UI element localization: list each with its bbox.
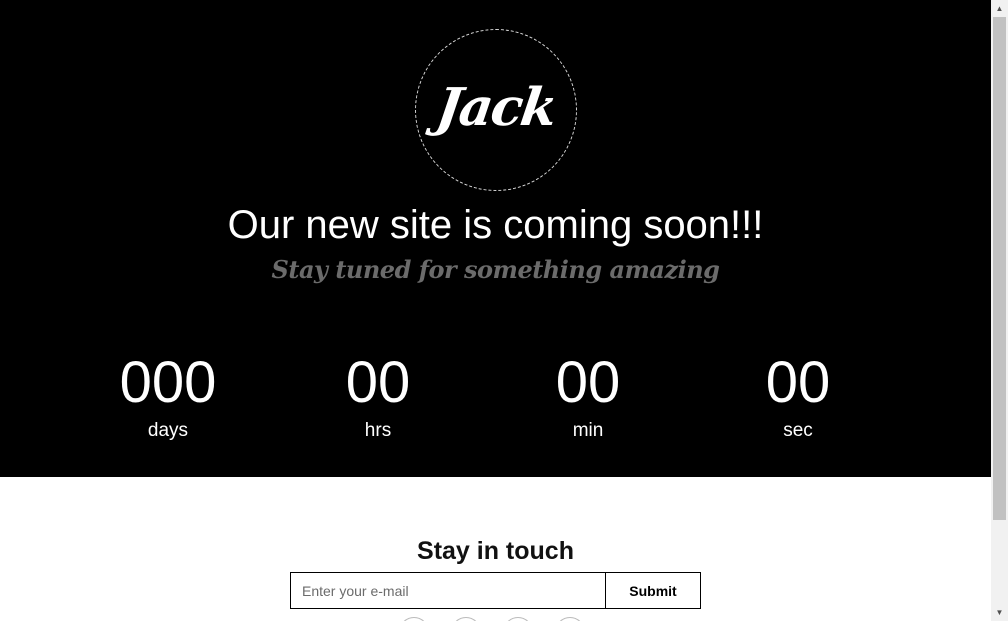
countdown-days-value: 000 <box>119 350 217 415</box>
tagline: Stay tuned for something amazing <box>271 255 720 284</box>
social-link-2[interactable] <box>451 617 481 621</box>
hero-section: Jack Our new site is coming soon!!! Stay… <box>0 0 991 477</box>
countdown-days-label: days <box>147 420 189 441</box>
countdown-min-value: 00 <box>555 350 621 415</box>
email-input[interactable] <box>290 572 605 609</box>
countdown: 000 days 00 hrs 00 min 00 sec <box>0 350 991 450</box>
page: Jack Our new site is coming soon!!! Stay… <box>0 0 991 621</box>
countdown-hrs: 00 hrs <box>298 350 458 442</box>
countdown-hrs-label: hrs <box>364 420 392 441</box>
countdown-days: 000 days <box>88 350 248 442</box>
countdown-sec-label: sec <box>783 420 813 441</box>
countdown-hrs-value: 00 <box>345 350 411 415</box>
vertical-scrollbar[interactable]: ▲ ▼ <box>991 0 1008 621</box>
countdown-sec: 00 sec <box>718 350 878 442</box>
logo: Jack <box>415 29 577 191</box>
subscribe-title: Stay in touch <box>417 537 574 565</box>
social-link-3[interactable] <box>503 617 533 621</box>
arrow-down-icon[interactable]: ▼ <box>991 604 1008 621</box>
social-link-1[interactable] <box>399 617 429 621</box>
arrow-up-icon[interactable]: ▲ <box>991 0 1008 17</box>
scrollbar-thumb[interactable] <box>993 17 1006 520</box>
countdown-min: 00 min <box>508 350 668 442</box>
page-title: Our new site is coming soon!!! <box>227 203 764 247</box>
countdown-sec-value: 00 <box>765 350 831 415</box>
submit-button[interactable]: Submit <box>605 572 701 609</box>
countdown-min-label: min <box>572 420 604 441</box>
subscribe-form: Submit <box>290 572 701 609</box>
social-link-4[interactable] <box>555 617 585 621</box>
logo-text: Jack <box>432 76 560 138</box>
